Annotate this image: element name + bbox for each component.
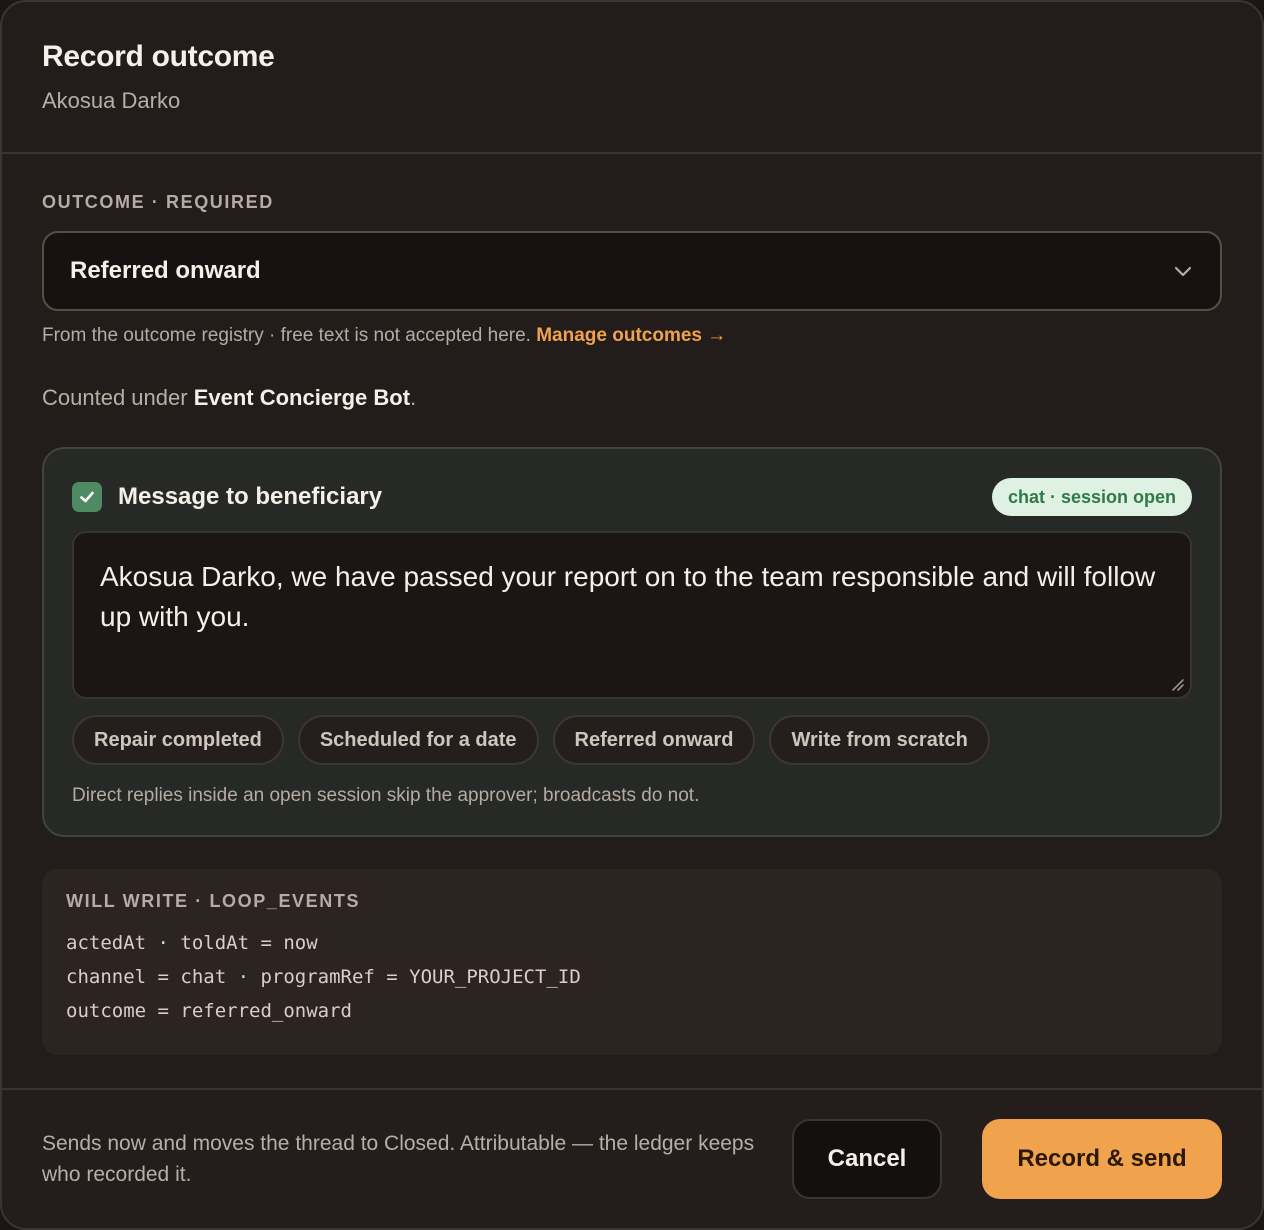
- cancel-button[interactable]: Cancel: [792, 1119, 942, 1199]
- message-card: Message to beneficiary chat · session op…: [42, 447, 1222, 837]
- dialog-footer: Sends now and moves the thread to Closed…: [2, 1088, 1262, 1228]
- record-send-button[interactable]: Record & send: [982, 1119, 1222, 1199]
- template-chip-referred-onward[interactable]: Referred onward: [552, 715, 756, 765]
- message-title: Message to beneficiary: [118, 483, 383, 510]
- counted-program: Event Concierge Bot: [193, 385, 411, 410]
- will-write-code: actedAt · toldAt = now channel = chat · …: [66, 926, 1198, 1028]
- outcome-helper: From the outcome registry · free text is…: [42, 325, 1222, 347]
- will-write-label: WILL WRITE · LOOP_EVENTS: [66, 891, 361, 911]
- chevron-down-icon: [1174, 266, 1192, 277]
- channel-status-badge: chat · session open: [991, 478, 1192, 516]
- template-chips: Repair completed Scheduled for a date Re…: [72, 715, 1192, 765]
- outcome-helper-text: From the outcome registry · free text is…: [42, 325, 531, 346]
- resize-handle-icon[interactable]: [1171, 678, 1185, 692]
- outcome-label: OUTCOME · REQUIRED: [42, 192, 274, 212]
- counted-under: Counted under Event Concierge Bot.: [42, 385, 1222, 411]
- message-checkbox[interactable]: [72, 482, 102, 512]
- template-chip-write-from-scratch[interactable]: Write from scratch: [769, 715, 990, 765]
- message-textarea[interactable]: Akosua Darko, we have passed your report…: [72, 531, 1192, 699]
- counted-prefix: Counted under: [42, 385, 188, 410]
- counted-suffix: .: [410, 385, 417, 410]
- dialog-title: Record outcome: [42, 40, 275, 73]
- footer-actions: Cancel Record & send: [792, 1119, 1222, 1199]
- approver-note: Direct replies inside an open session sk…: [72, 785, 700, 806]
- template-chip-scheduled[interactable]: Scheduled for a date: [297, 715, 539, 765]
- manage-outcomes-link[interactable]: Manage outcomes →: [536, 325, 726, 346]
- outcome-select-value: Referred onward: [70, 257, 261, 284]
- footer-note: Sends now and moves the thread to Closed…: [42, 1132, 755, 1186]
- beneficiary-name: Akosua Darko: [42, 88, 181, 113]
- code-line: channel = chat · programRef = YOUR_PROJE…: [66, 966, 581, 988]
- outcome-select[interactable]: Referred onward: [42, 231, 1222, 311]
- code-line: actedAt · toldAt = now: [66, 932, 318, 954]
- message-header: Message to beneficiary chat · session op…: [72, 477, 1192, 517]
- template-chip-repair-completed[interactable]: Repair completed: [72, 715, 284, 765]
- message-toggle: Message to beneficiary: [72, 482, 382, 512]
- dialog-body: OUTCOME · REQUIRED Referred onward From …: [2, 154, 1262, 1055]
- code-line: outcome = referred_onward: [66, 1000, 352, 1022]
- dialog-header: Record outcome Akosua Darko: [2, 2, 1262, 154]
- checkmark-icon: [80, 491, 94, 503]
- will-write-panel: WILL WRITE · LOOP_EVENTS actedAt · toldA…: [42, 869, 1222, 1055]
- record-outcome-dialog: Record outcome Akosua Darko OUTCOME · RE…: [0, 0, 1264, 1230]
- message-text: Akosua Darko, we have passed your report…: [100, 561, 1156, 632]
